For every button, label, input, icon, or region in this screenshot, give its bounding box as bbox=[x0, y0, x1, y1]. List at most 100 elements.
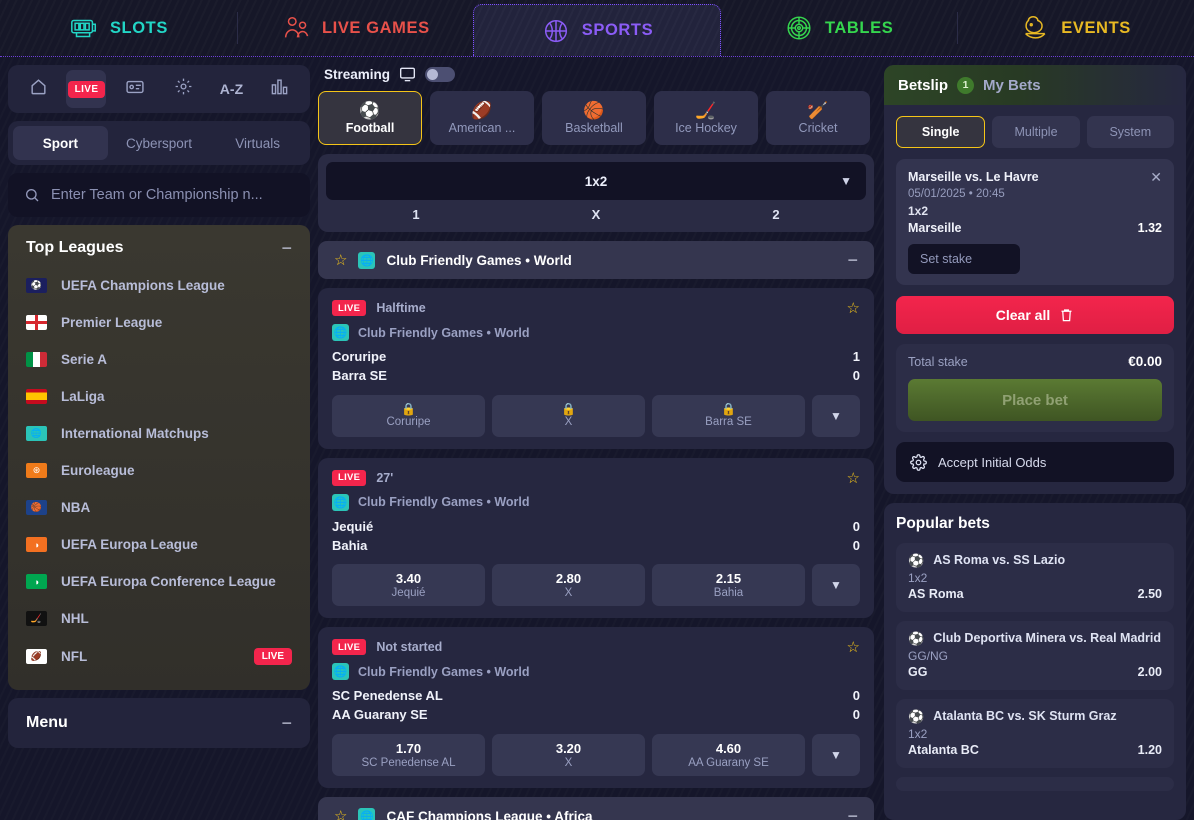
clear-all-button[interactable]: Clear all bbox=[896, 296, 1174, 334]
league-group-header[interactable]: ☆ 🌐 Club Friendly Games • World − bbox=[318, 241, 874, 279]
sidebar-tab-cybersport[interactable]: Cybersport bbox=[112, 126, 207, 160]
odd-button[interactable]: 2.80 X bbox=[492, 564, 645, 607]
league-item[interactable]: 🌐 International Matchups bbox=[8, 415, 310, 452]
betslip-type-single[interactable]: Single bbox=[896, 116, 986, 148]
odd-button[interactable]: 4.60 AA Guarany SE bbox=[652, 734, 805, 777]
place-bet-button[interactable]: Place bet bbox=[908, 379, 1162, 421]
top-leagues-header[interactable]: Top Leagues − bbox=[8, 225, 310, 267]
search-box[interactable] bbox=[8, 173, 310, 217]
odd-button[interactable]: 🔒 X bbox=[492, 394, 645, 437]
away-team-score: 0 bbox=[852, 707, 860, 723]
league-item[interactable]: ◑ UEFA Europa League bbox=[8, 526, 310, 563]
sport-icon: 🏏 bbox=[807, 100, 829, 120]
popular-bet-card[interactable]: ⚽ Club Deportiva Minera vs. Real Madrid GG… bbox=[896, 621, 1174, 690]
sidebar-tab-virtuals[interactable]: Virtuals bbox=[210, 126, 305, 160]
league-item[interactable]: 🏈 NFL LIVE bbox=[8, 637, 310, 676]
tab-betslip[interactable]: Betslip bbox=[898, 77, 948, 94]
league-item[interactable]: 🏒 NHL bbox=[8, 600, 310, 637]
nav-item-events[interactable]: EVENTS bbox=[957, 0, 1194, 56]
league-item[interactable]: ◑ UEFA Europa Conference League bbox=[8, 563, 310, 600]
sidebar-stats-icon-button[interactable] bbox=[260, 70, 300, 108]
popular-bet-odds: 2.00 bbox=[1137, 665, 1162, 679]
sport-chip-icehockey[interactable]: 🏒 Ice Hockey bbox=[654, 91, 758, 145]
live-badge: LIVE bbox=[332, 469, 367, 486]
betslip-card-icon bbox=[125, 77, 145, 102]
home-team-score: 1 bbox=[852, 349, 860, 364]
popular-bet-card[interactable]: ⚽ Atalanta BC vs. SK Sturm Graz 1x2 Atalant… bbox=[896, 699, 1174, 768]
streaming-bar: Streaming bbox=[318, 65, 876, 91]
popular-bet-card[interactable]: ⚽ AS Roma vs. SS Lazio 1x2 AS Roma 2.50 bbox=[896, 543, 1174, 612]
sport-icon: ⚽ bbox=[359, 100, 381, 120]
home-team-score: 0 bbox=[852, 518, 860, 534]
more-markets-button[interactable]: ▼ bbox=[812, 394, 860, 437]
market-dropdown[interactable]: 1x2 ▼ bbox=[326, 162, 866, 200]
star-icon[interactable]: ☆ bbox=[334, 251, 347, 269]
betslip-type-system[interactable]: System bbox=[1086, 116, 1174, 148]
star-icon[interactable]: ☆ bbox=[334, 807, 347, 820]
betslip-type-multiple[interactable]: Multiple bbox=[992, 116, 1080, 148]
league-name: International Matchups bbox=[61, 426, 209, 441]
match-league-row: 🌐 Club Friendly Games • World bbox=[332, 324, 860, 341]
nav-item-live games[interactable]: LIVE GAMES bbox=[236, 0, 474, 56]
sport-chip-american[interactable]: 🏈 American ... bbox=[430, 91, 534, 145]
odd-button[interactable]: 3.40 Jequié bbox=[332, 564, 485, 607]
nav-item-tables[interactable]: TABLES bbox=[720, 0, 957, 56]
sidebar-live-badge-button[interactable]: LIVE bbox=[66, 70, 107, 108]
odd-button[interactable]: 🔒 Coruripe bbox=[332, 394, 485, 437]
odd-button[interactable]: 2.15 Bahia bbox=[652, 564, 805, 607]
league-name: Premier League bbox=[61, 315, 163, 330]
odd-button[interactable]: 🔒 Barra SE bbox=[652, 394, 805, 437]
streaming-toggle[interactable] bbox=[425, 67, 456, 82]
remove-selection-icon[interactable]: ✕ bbox=[1150, 170, 1162, 184]
menu-panel[interactable]: Menu − bbox=[8, 698, 310, 748]
league-item[interactable]: Premier League bbox=[8, 304, 310, 341]
betslip-type-row: Single Multiple System bbox=[896, 116, 1174, 148]
league-item[interactable]: ⚽ UEFA Champions League bbox=[8, 267, 310, 304]
odd-button[interactable]: 1.70 SC Penedense AL bbox=[332, 734, 485, 777]
market-column-header: X bbox=[591, 207, 601, 222]
league-item[interactable]: ⊛ Euroleague bbox=[8, 452, 310, 489]
odd-button[interactable]: 3.20 X bbox=[492, 734, 645, 777]
more-markets-button[interactable]: ▼ bbox=[812, 734, 860, 777]
menu-collapse-icon[interactable]: − bbox=[281, 714, 292, 732]
sidebar-az-sort-icon-button[interactable]: A-Z bbox=[211, 70, 251, 108]
sport-chip-cricket[interactable]: 🏏 Cricket bbox=[766, 91, 870, 145]
more-markets-button[interactable]: ▼ bbox=[812, 564, 860, 607]
league-item[interactable]: Serie A bbox=[8, 341, 310, 378]
search-input[interactable] bbox=[51, 187, 294, 203]
accept-initial-odds-row[interactable]: Accept Initial Odds bbox=[896, 442, 1174, 482]
accept-initial-odds-label: Accept Initial Odds bbox=[938, 454, 1047, 470]
nav-item-slots[interactable]: SLOTS bbox=[0, 0, 237, 56]
total-stake-label: Total stake bbox=[908, 354, 968, 369]
match-status: Not started bbox=[376, 640, 443, 655]
total-stake-value: €0.00 bbox=[1128, 354, 1162, 369]
match-card: LIVE Not started ☆ 🌐 Club Friendly Games • W… bbox=[318, 627, 874, 789]
popular-bet-selection: GG bbox=[908, 665, 928, 679]
stake-input[interactable]: Set stake bbox=[908, 244, 1020, 274]
league-name: LaLiga bbox=[61, 389, 105, 404]
favorite-star-icon[interactable]: ☆ bbox=[847, 638, 860, 656]
sidebar-tab-sport[interactable]: Sport bbox=[13, 126, 108, 160]
sidebar-home-icon-button[interactable] bbox=[18, 70, 58, 108]
league-group-header[interactable]: ☆ 🌐 CAF Champions League • Africa − bbox=[318, 797, 874, 820]
sport-chip-football[interactable]: ⚽ Football bbox=[318, 91, 422, 145]
events-scroll-area[interactable]: 1x2 ▼ 1 X 2 ☆ 🌐 Club Friendly Games • World −… bbox=[318, 154, 876, 820]
league-item[interactable]: 🏀 NBA bbox=[8, 489, 310, 526]
popular-bet-card-partial[interactable] bbox=[896, 777, 1174, 791]
favorite-star-icon[interactable]: ☆ bbox=[847, 469, 860, 487]
collapse-icon[interactable]: − bbox=[281, 239, 292, 257]
live-badge-label: LIVE bbox=[67, 80, 106, 98]
home-team-name: SC Penedense AL bbox=[332, 688, 443, 704]
popular-bet-market: 1x2 bbox=[908, 571, 928, 585]
sidebar-betslip-card-icon-button[interactable] bbox=[115, 70, 155, 108]
nav-label: SPORTS bbox=[581, 21, 654, 39]
league-item[interactable]: LaLiga bbox=[8, 378, 310, 415]
away-team-name: Bahia bbox=[332, 537, 368, 553]
favorite-star-icon[interactable]: ☆ bbox=[847, 299, 860, 317]
nav-item-sports[interactable]: SPORTS bbox=[472, 4, 722, 56]
tab-my-bets[interactable]: My Bets bbox=[983, 77, 1041, 94]
sport-chip-basketball[interactable]: 🏀 Basketball bbox=[542, 91, 646, 145]
collapse-icon[interactable]: − bbox=[847, 251, 858, 269]
sidebar-gear-icon-button[interactable] bbox=[163, 70, 203, 108]
collapse-icon[interactable]: − bbox=[847, 807, 858, 820]
